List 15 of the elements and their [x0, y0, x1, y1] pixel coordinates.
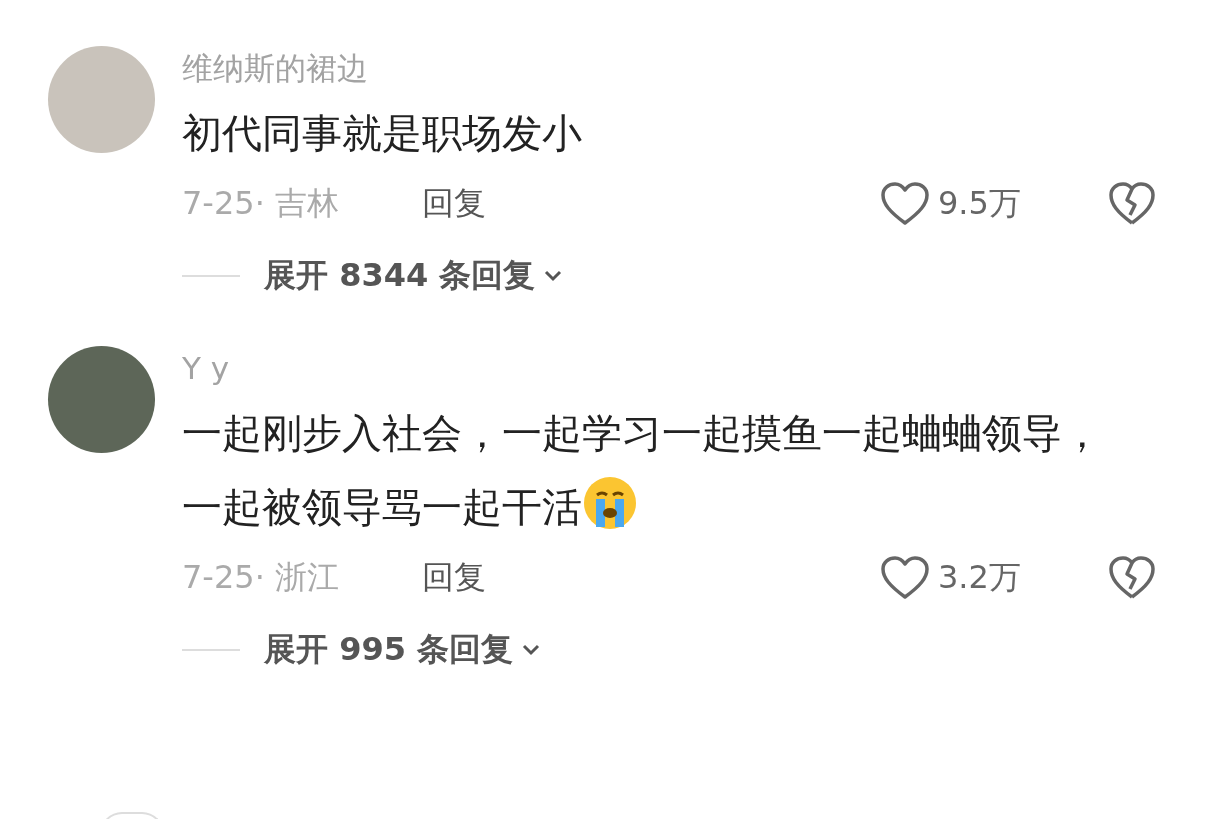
broken-heart-icon[interactable] — [1108, 555, 1156, 601]
heart-icon[interactable] — [880, 181, 930, 227]
heart-icon[interactable] — [880, 555, 930, 601]
expand-replies-button[interactable]: 展开 8344 条回复 — [264, 254, 566, 298]
reply-button[interactable]: 回复 — [422, 556, 486, 600]
date-location: 7-25· 浙江 — [182, 557, 340, 598]
expand-replies-button[interactable]: 展开 995 条回复 — [264, 628, 544, 672]
like-count: 3.2万 — [938, 557, 1021, 598]
crying-face-icon — [582, 475, 638, 531]
like-count: 9.5万 — [938, 183, 1021, 224]
reply-button[interactable]: 回复 — [422, 182, 486, 226]
comment-text: 一起刚步入社会，一起学习一起摸鱼一起蛐蛐领导，一起被领导骂一起干活 — [182, 409, 1103, 533]
broken-heart-icon[interactable] — [1108, 181, 1156, 227]
date-location: 7-25· 吉林 — [182, 183, 340, 224]
comment-text: 初代同事就是职场发小 — [182, 109, 583, 158]
